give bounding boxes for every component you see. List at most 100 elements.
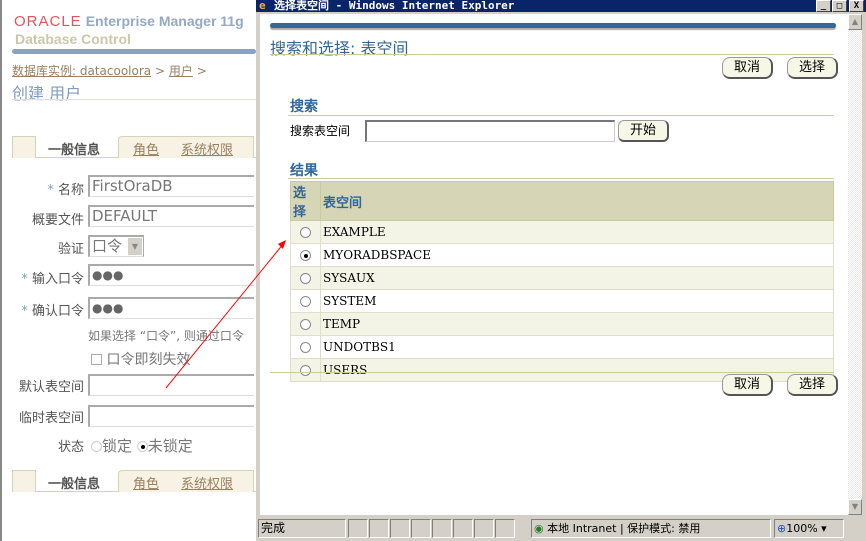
breadcrumb-instance-link[interactable]: 数据库实例: datacoolora [12,64,151,78]
search-label: 搜索表空间 [290,124,351,138]
tab-bar-bottom: 一般信息 角色 系统权限 [12,470,256,492]
tablespace-name: TEMP [320,312,834,336]
tab-spacer [12,136,36,158]
window-title: 选择表空间 - Windows Internet Explorer [274,0,515,12]
globe-icon: ◉ [534,522,544,535]
password-input[interactable]: ●●● [88,264,254,286]
zoom-icon: ⊕ [777,522,787,535]
search-input[interactable] [365,120,615,142]
tab-roles[interactable]: 角色 [133,477,159,492]
select-radio[interactable] [300,365,311,376]
popup-window: e 选择表空间 - Windows Internet Explorer _ □ X… [256,0,866,541]
search-heading: 搜索 [290,99,318,115]
status-pane [369,519,389,538]
table-row[interactable]: EXAMPLE [290,220,834,244]
logo-subtitle: Database Control [15,31,131,47]
password-label: * 输入口令 [21,272,84,287]
status-pane [474,519,494,538]
cancel-button-top[interactable]: 取消 [722,57,774,79]
tab-system-privileges[interactable]: 系统权限 [181,477,233,492]
select-radio[interactable] [300,319,311,330]
status-text: 完成 [258,519,346,538]
status-unlocked-radio[interactable] [136,441,148,452]
tablespace-name: UNDOTBS1 [320,335,834,359]
breadcrumb-sep: > [154,64,166,78]
table-row[interactable]: MYORADBSPACE [290,243,834,267]
status-pane [432,519,452,538]
results-table: 选择 表空间 EXAMPLE MYORADBSPACE SYSAUX SYSTEM TEM… [290,181,834,382]
temp-tablespace-input[interactable] [88,405,254,427]
tab-system-privileges[interactable]: 系统权限 [181,143,233,158]
logo-brand: ORACLE [14,13,82,30]
default-tablespace-input[interactable] [88,374,254,396]
breadcrumb-sep: > [196,64,207,78]
password-hint: 如果选择 “口令”, 则通过口令 [88,329,244,343]
select-cell [290,243,321,267]
select-cell [290,312,321,336]
divider [12,99,256,100]
confirm-password-input[interactable]: ●●● [88,297,254,319]
tab-general[interactable]: 一般信息 [48,139,100,158]
window-title-bar: e 选择表空间 - Windows Internet Explorer _ □ X [256,0,866,12]
chevron-down-icon: ▼ [128,238,142,255]
popup-content: 搜索和选择: 表空间 取消 选择 搜索 搜索表空间 开始 结果 选择 表空间 EX… [260,14,848,515]
divider [288,115,834,116]
status-label: 状态 [57,440,84,455]
go-button[interactable]: 开始 [618,120,670,142]
column-header-tablespace: 表空间 [320,181,834,221]
auth-select[interactable]: 口令 ▼ [88,235,144,257]
tab-bar-top: 一般信息 角色 系统权限 [12,136,256,158]
select-button-bottom[interactable]: 选择 [787,374,839,396]
default-tablespace-label: 默认表空间 [18,380,84,395]
status-pane [348,519,368,538]
select-button-top[interactable]: 选择 [787,57,839,79]
table-row[interactable]: SYSTEM [290,289,834,313]
select-radio[interactable] [300,250,311,261]
ie-icon: e [259,0,266,12]
confirm-password-label: * 确认口令 [21,304,84,319]
oracle-logo: ORACLE Enterprise Manager 11g [14,13,244,30]
logo-product: Enterprise Manager 11g [85,13,244,29]
tablespace-name: MYORADBSPACE [320,243,834,267]
status-pane [495,519,515,538]
divider [270,54,834,55]
zone-indicator[interactable]: ◉ 本地 Intranet | 保护模式: 禁用 [531,519,771,538]
status-bar: 完成 ◉ 本地 Intranet | 保护模式: 禁用 ⊕100% ▾ [256,517,866,541]
auth-label: 验证 [57,242,84,257]
scroll-down-icon[interactable]: ▼ [848,499,862,515]
select-radio[interactable] [300,342,311,353]
select-radio[interactable] [300,296,311,307]
tab-group: 角色 系统权限 [118,470,254,492]
breadcrumb-users-link[interactable]: 用户 [169,64,193,78]
zoom-control[interactable]: ⊕100% ▾ [774,519,844,538]
results-heading: 结果 [290,163,318,179]
table-row[interactable]: UNDOTBS1 [290,335,834,359]
vertical-scrollbar[interactable]: ▲ ▼ [848,14,862,515]
name-label: * 名称 [47,183,84,198]
name-input[interactable]: FirstOraDB [88,175,254,197]
tab-general[interactable]: 一般信息 [48,473,100,492]
column-header-select: 选择 [290,181,321,221]
tablespace-name: SYSTEM [320,289,834,313]
select-cell [290,289,321,313]
select-cell [290,266,321,290]
tab-roles[interactable]: 角色 [133,143,159,158]
status-pane [453,519,473,538]
cancel-button-bottom[interactable]: 取消 [722,374,774,396]
select-radio[interactable] [300,227,311,238]
expire-checkbox[interactable]: 口令即刻失效 [91,349,190,369]
minimize-button[interactable]: _ [816,0,831,12]
status-radio-group: 锁定 未锁定 [91,435,193,456]
tablespace-name: EXAMPLE [320,220,834,244]
table-row[interactable]: TEMP [290,312,834,336]
breadcrumb: 数据库实例: datacoolora > 用户 > [12,62,207,79]
scroll-up-icon[interactable]: ▲ [848,14,862,30]
close-button[interactable]: X [849,0,864,12]
table-row[interactable]: SYSAUX [290,266,834,290]
profile-select[interactable]: DEFAULT [88,205,254,227]
status-pane [411,519,431,538]
maximize-button[interactable]: □ [832,0,847,12]
status-locked-radio[interactable] [91,441,102,452]
page-title: 创建 用户 [12,84,82,103]
select-radio[interactable] [300,273,311,284]
